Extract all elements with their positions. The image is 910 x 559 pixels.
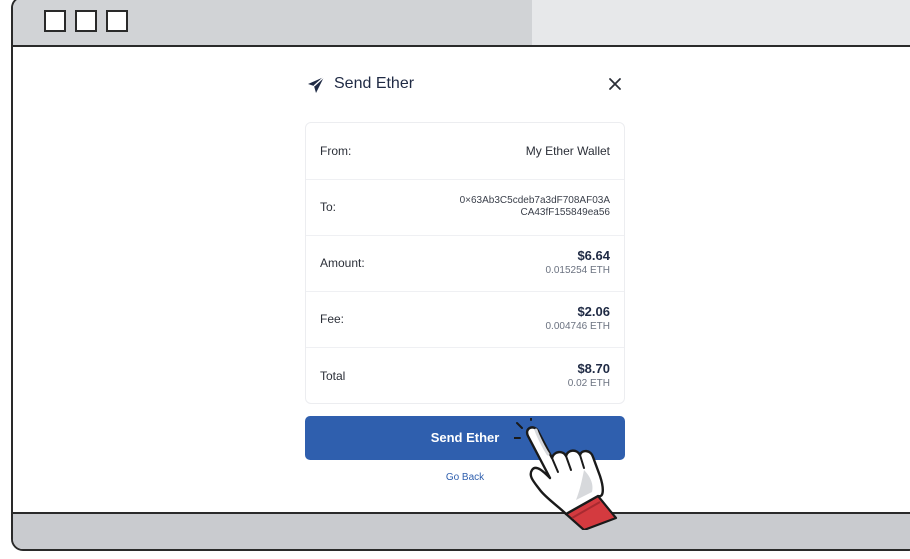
amount-label: Amount: [320,256,365,270]
total-label: Total [320,368,346,383]
total-row: Total $8.70 0.02 ETH [306,347,624,404]
from-row: From: My Ether Wallet [306,123,624,180]
window-control-button[interactable] [75,10,97,32]
transaction-summary-card: From: My Ether Wallet To: 0×63Ab3C5cdeb7… [305,122,625,404]
paper-plane-icon [308,76,325,93]
amount-usd: $6.64 [577,248,610,263]
fee-label: Fee: [320,312,345,326]
to-label: To: [320,200,337,214]
fee-row: Fee: $2.06 0.004746 ETH [306,291,624,348]
title-bar [13,0,910,47]
fee-usd: $2.06 [577,304,610,319]
to-row: To: 0×63Ab3C5cdeb7a3dF708AF03A CA43fF155… [306,179,624,236]
close-icon[interactable] [607,76,623,92]
amount-value: $6.64 0.015254 ETH [546,248,611,278]
status-bar [13,512,910,549]
pointing-hand-icon [514,418,618,530]
fee-value: $2.06 0.004746 ETH [546,304,611,334]
amount-row: Amount: $6.64 0.015254 ETH [306,235,624,292]
amount-eth: 0.015254 ETH [545,265,611,276]
window-control-button[interactable] [106,10,128,32]
window-control-button[interactable] [44,10,66,32]
from-value: My Ether Wallet [525,144,610,158]
go-back-link[interactable]: Go Back [405,472,525,483]
to-address: 0×63Ab3C5cdeb7a3dF708AF03A CA43fF155849e… [460,195,610,219]
total-usd: $8.70 [577,360,610,376]
from-label: From: [320,144,352,158]
total-value: $8.70 0.02 ETH [568,361,610,391]
to-address-line2: CA43fF155849ea56 [520,207,610,218]
to-address-line1: 0×63Ab3C5cdeb7a3dF708AF03A [459,195,610,206]
title-bar-tab-area [532,0,910,45]
dialog-title: Send Ether [334,75,415,92]
total-eth: 0.02 ETH [567,377,610,389]
fee-eth: 0.004746 ETH [545,321,611,332]
dialog-header: Send Ether [307,72,625,98]
